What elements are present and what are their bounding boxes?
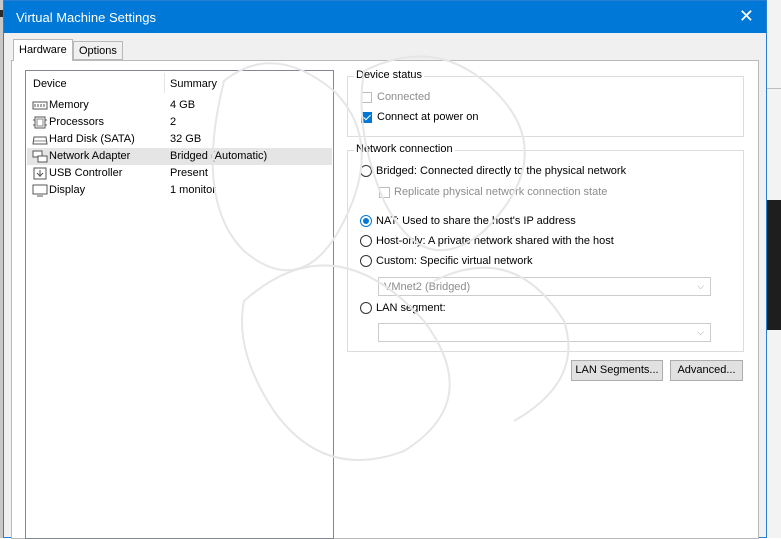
- window-title: Virtual Machine Settings: [16, 10, 156, 25]
- device-row-processors[interactable]: Processors 2: [27, 114, 332, 131]
- bridged-label: Bridged: Connected directly to the physi…: [376, 165, 627, 177]
- device-summary: 1 monitor: [170, 184, 216, 196]
- custom-network-select[interactable]: VMnet2 (Bridged) ⌵: [378, 277, 711, 296]
- host-only-radio[interactable]: [360, 235, 372, 247]
- device-name: Network Adapter: [49, 150, 131, 162]
- chevron-down-icon: ⌵: [697, 281, 704, 291]
- custom-label: Custom: Specific virtual network: [376, 255, 533, 267]
- lan-segment-radio[interactable]: [360, 302, 372, 314]
- lan-segment-select[interactable]: ⌵: [378, 323, 711, 342]
- device-name: Hard Disk (SATA): [49, 133, 135, 145]
- device-row-memory[interactable]: Memory 4 GB: [27, 97, 332, 114]
- nat-label: NAT: Used to share the host's IP address: [376, 215, 576, 227]
- custom-network-value: VMnet2 (Bridged): [384, 281, 471, 293]
- connected-label: Connected: [377, 91, 431, 103]
- lan-segment-label: LAN segment:: [376, 302, 446, 314]
- device-summary: Present: [170, 167, 208, 179]
- tab-hardware[interactable]: Hardware: [13, 39, 73, 61]
- bridged-radio[interactable]: [360, 165, 372, 177]
- device-row-network-adapter[interactable]: Network Adapter Bridged (Automatic): [27, 148, 332, 165]
- device-name: Display: [49, 184, 86, 196]
- processor-icon: [32, 116, 48, 129]
- host-only-label: Host-only: A private network shared with…: [376, 235, 614, 247]
- custom-radio[interactable]: [360, 255, 372, 267]
- device-status-group: Device status Connected Connect at power…: [347, 69, 744, 137]
- device-row-hard-disk[interactable]: Hard Disk (SATA) 32 GB: [27, 131, 332, 148]
- title-bar: Virtual Machine Settings ✕: [4, 1, 766, 33]
- connect-at-power-on-checkbox[interactable]: [361, 112, 372, 123]
- column-header-device[interactable]: Device: [33, 78, 67, 90]
- device-row-usb-controller[interactable]: USB Controller Present: [27, 165, 332, 182]
- tab-options[interactable]: Options: [73, 41, 123, 60]
- device-name: Memory: [49, 99, 89, 111]
- usb-icon: [32, 167, 48, 180]
- device-list-header: Device Summary: [26, 71, 333, 95]
- lan-segments-button[interactable]: LAN Segments...: [571, 360, 663, 381]
- network-adapter-icon: [32, 150, 48, 163]
- device-summary: 2: [170, 116, 177, 128]
- nat-radio[interactable]: [360, 215, 372, 227]
- column-separator[interactable]: [164, 73, 165, 93]
- network-connection-title: Network connection: [354, 143, 455, 155]
- device-status-title: Device status: [354, 69, 425, 81]
- column-header-summary[interactable]: Summary: [170, 78, 217, 90]
- display-icon: [32, 184, 48, 197]
- connect-at-power-on-label: Connect at power on: [377, 111, 479, 123]
- device-summary: 32 GB: [170, 133, 202, 145]
- device-row-display[interactable]: Display 1 monitor: [27, 182, 332, 199]
- connected-checkbox[interactable]: [361, 92, 372, 103]
- hard-disk-icon: [32, 133, 48, 146]
- replicate-checkbox[interactable]: [379, 187, 390, 198]
- device-summary: 4 GB: [170, 99, 196, 111]
- chevron-down-icon: ⌵: [697, 327, 704, 337]
- device-summary: Bridged (Automatic): [170, 150, 268, 162]
- memory-icon: [32, 99, 48, 112]
- replicate-label: Replicate physical network connection st…: [394, 186, 608, 198]
- device-name: USB Controller: [49, 167, 123, 179]
- network-connection-group: Network connection Bridged: Connected di…: [347, 143, 744, 352]
- advanced-button[interactable]: Advanced...: [670, 360, 743, 381]
- close-icon[interactable]: ✕: [739, 6, 754, 27]
- device-list[interactable]: Device Summary Memory 4 GB Processors 2 …: [25, 70, 334, 539]
- vm-settings-dialog: Virtual Machine Settings ✕ Hardware Opti…: [3, 0, 767, 539]
- device-name: Processors: [49, 116, 105, 128]
